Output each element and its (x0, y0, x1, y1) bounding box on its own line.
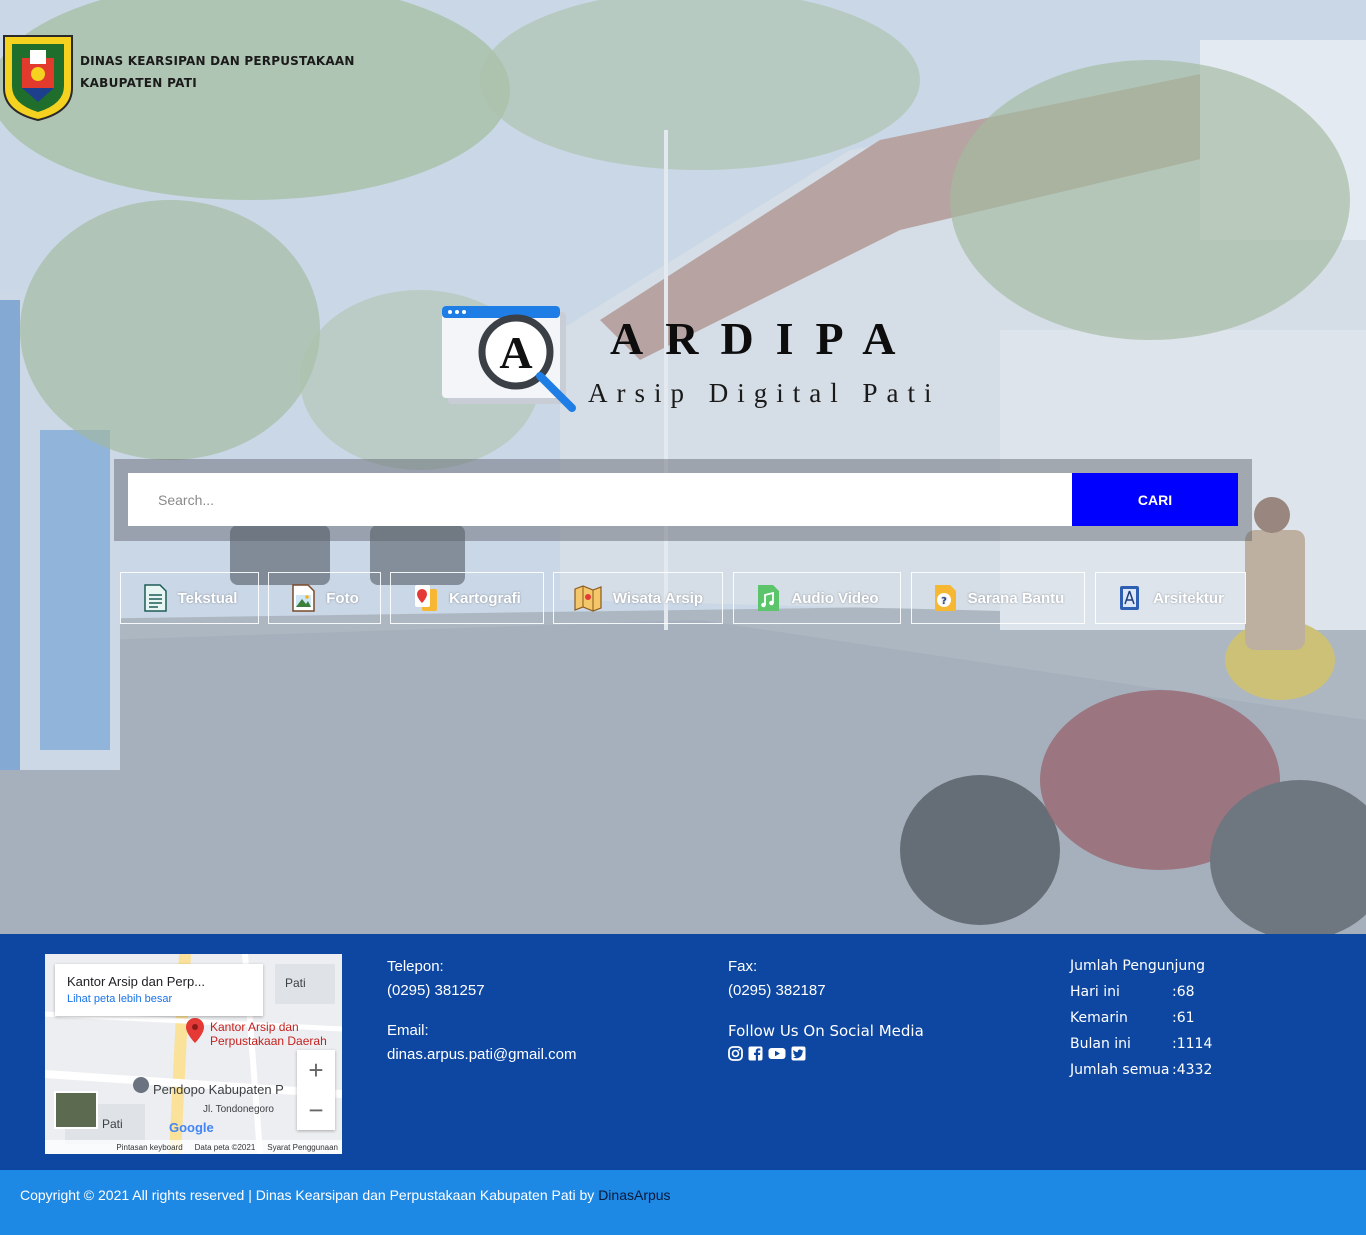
category-label: Wisata Arsip (612, 589, 704, 607)
search-button[interactable]: CARI (1072, 473, 1238, 526)
category-wisata-arsip-button[interactable]: Wisata Arsip (553, 572, 723, 624)
music-file-icon (758, 585, 780, 611)
visitor-stats-title: Jumlah Pengunjung (1070, 958, 1206, 974)
category-sarana-bantu-button[interactable]: ? Sarana Bantu (911, 572, 1085, 624)
map-pin-icon (415, 585, 438, 611)
phone-label: Telepon: (387, 958, 444, 975)
search-bar: CARI (114, 459, 1252, 541)
category-label: Sarana Bantu (967, 589, 1065, 607)
map-data-credit: Data peta ©2021 (194, 1142, 256, 1152)
map-city-label-2: Pati (102, 1117, 123, 1131)
visitor-stat-label: Bulan ini (1070, 1036, 1131, 1052)
map-street-label: Jl. Tondonegoro (203, 1104, 274, 1115)
svg-text:A: A (499, 327, 532, 378)
visitor-stat-row: Hari ini :68 (1070, 984, 1195, 1000)
map-city-label: Pati (285, 976, 306, 990)
app-title: ARDIPA (610, 313, 918, 364)
visitor-stat-value: :4332 (1172, 1062, 1213, 1078)
email-value: dinas.arpus.pati@gmail.com (387, 1046, 577, 1063)
visitor-stat-row: Bulan ini :1114 (1070, 1036, 1212, 1052)
category-label: Arsitektur (1153, 589, 1224, 607)
email-label: Email: (387, 1022, 429, 1039)
zoom-in-icon[interactable]: + (297, 1050, 335, 1090)
category-label: Foto (326, 589, 359, 607)
visitor-stat-label: Jumlah semua (1070, 1062, 1170, 1078)
kabupaten-pati-emblem-icon (3, 35, 73, 122)
map-place-card: Kantor Arsip dan Perp... Lihat peta lebi… (55, 964, 263, 1016)
brand-header[interactable]: DINAS KEARSIPAN DAN PERPUSTAKAAN KABUPAT… (0, 30, 355, 122)
category-audio-video-button[interactable]: Audio Video (733, 572, 901, 624)
fax-label: Fax: (728, 958, 758, 975)
category-label: Audio Video (791, 589, 879, 607)
category-foto-button[interactable]: Foto (268, 572, 381, 624)
google-logo: Google (169, 1120, 214, 1135)
visitor-stat-label: Hari ini (1070, 984, 1120, 1000)
ardipa-logo-icon: A (442, 306, 576, 412)
visitor-stat-value: :1114 (1172, 1036, 1213, 1052)
category-tekstual-button[interactable]: Tekstual (120, 572, 259, 624)
search-input[interactable] (128, 473, 1072, 526)
photo-icon (292, 584, 315, 612)
app-subtitle: Arsip Digital Pati (588, 378, 941, 408)
category-arsitektur-button[interactable]: Arsitektur (1095, 572, 1246, 624)
folded-map-icon (574, 585, 602, 612)
map-poi-label: Pendopo Kabupaten P (153, 1082, 284, 1097)
visitor-stat-row: Jumlah semua :4332 (1070, 1062, 1212, 1078)
category-kartografi-button[interactable]: Kartografi (390, 572, 544, 624)
map-keyboard-shortcuts[interactable]: Pintasan keyboard (116, 1143, 182, 1152)
category-label: Tekstual (177, 589, 238, 607)
hero-section: DINAS KEARSIPAN DAN PERPUSTAKAAN KABUPAT… (0, 0, 1366, 934)
copyright-bar: Copyright © 2021 All rights reserved | D… (0, 1170, 1366, 1235)
phone-value: (0295) 381257 (387, 982, 485, 999)
social-links (728, 1046, 806, 1061)
document-icon (143, 584, 167, 612)
map-attribution: Pintasan keyboard Data peta ©2021 Syarat… (45, 1140, 342, 1154)
footer: Kantor Arsip dan Perp... Lihat peta lebi… (0, 934, 1366, 1170)
instagram-icon[interactable] (728, 1046, 743, 1061)
copyright-link[interactable]: DinasArpus (598, 1187, 670, 1203)
facebook-icon[interactable] (748, 1046, 763, 1061)
map-view-larger-link[interactable]: Lihat peta lebih besar (67, 993, 251, 1005)
svg-text:?: ? (941, 596, 947, 607)
visitor-stat-value: :61 (1172, 1010, 1195, 1026)
help-file-icon: ? (934, 585, 956, 611)
brand-title: DINAS KEARSIPAN DAN PERPUSTAKAAN (80, 54, 355, 68)
map-zoom-control: + − (297, 1050, 335, 1130)
visitor-stat-label: Kemarin (1070, 1010, 1128, 1026)
youtube-icon[interactable] (768, 1046, 786, 1061)
visitor-stat-value: :68 (1172, 984, 1195, 1000)
twitter-icon[interactable] (791, 1046, 806, 1061)
social-label: Follow Us On Social Media (728, 1022, 924, 1040)
visitor-stat-row: Kemarin :61 (1070, 1010, 1195, 1026)
map-place-title: Kantor Arsip dan Perp... (67, 974, 206, 989)
embedded-map[interactable]: Kantor Arsip dan Perp... Lihat peta lebi… (45, 954, 342, 1154)
category-label: Kartografi (449, 589, 521, 607)
brand-subtitle: KABUPATEN PATI (80, 76, 198, 90)
zoom-out-icon[interactable]: − (297, 1090, 335, 1130)
copyright-text: Copyright © 2021 All rights reserved | D… (20, 1187, 599, 1203)
architecture-book-icon (1120, 586, 1140, 610)
map-marker-label: Kantor Arsip dan Perpustakaan Daerah (210, 1020, 327, 1048)
fax-value: (0295) 382187 (728, 982, 826, 999)
map-terms-link[interactable]: Syarat Penggunaan (267, 1143, 338, 1152)
